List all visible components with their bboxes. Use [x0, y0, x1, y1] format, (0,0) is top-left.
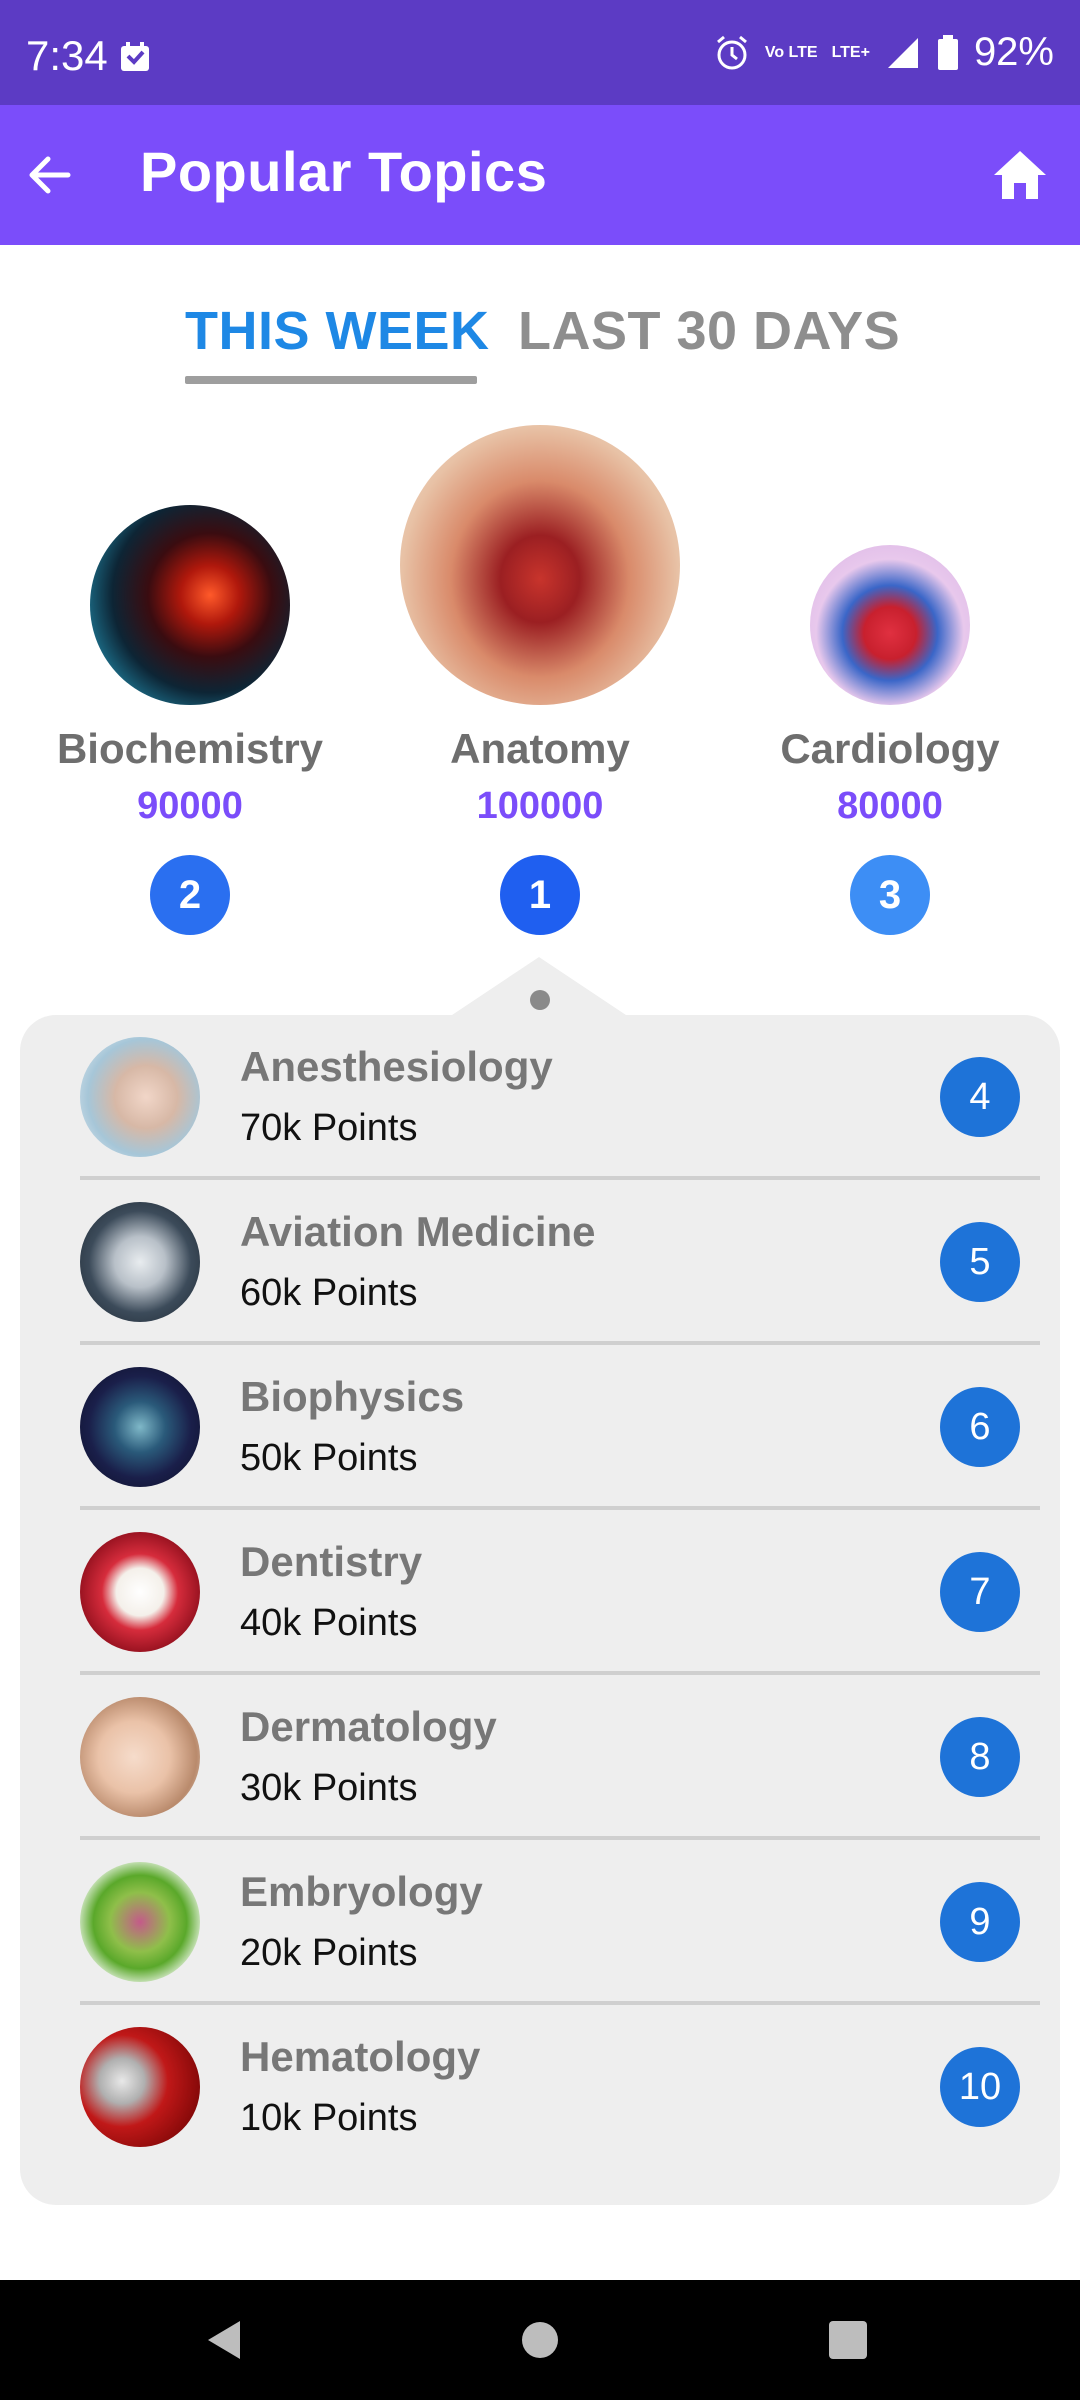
podium-name: Biochemistry: [56, 725, 324, 772]
list-item[interactable]: Embryology 20k Points 9: [60, 1840, 1040, 2005]
topic-points: 20k Points: [240, 1932, 418, 1974]
rank-badge: 10: [940, 2047, 1020, 2127]
nav-home-icon[interactable]: [515, 2315, 565, 2365]
battery-percent: 92%: [973, 30, 1054, 74]
status-bar: 7:34 Vo LTE LTE+ 92%: [0, 0, 1080, 105]
list-item[interactable]: Anesthesiology 70k Points 4: [60, 1015, 1040, 1180]
topic-name: Dentistry: [240, 1538, 423, 1585]
rank-badge: 1: [500, 855, 580, 935]
topic-name: Anesthesiology: [240, 1043, 553, 1090]
system-nav-bar: [0, 2280, 1080, 2400]
battery-icon: [937, 34, 958, 70]
anatomy-image: [400, 425, 680, 705]
topic-name: Embryology: [240, 1868, 483, 1915]
pointer-dot: [530, 990, 550, 1010]
topic-points: 70k Points: [240, 1107, 418, 1149]
status-time: 7:34: [26, 32, 108, 79]
topics-list: Anesthesiology 70k Points 4 Aviation Med…: [20, 1015, 1060, 2205]
podium-points: 100000: [476, 785, 604, 827]
podium-item-anatomy[interactable]: Anatomy 100000 1: [380, 425, 700, 945]
hematology-image: [80, 2027, 200, 2147]
dermatology-image: [80, 1697, 200, 1817]
topic-name: Biophysics: [240, 1373, 465, 1420]
page-title: Popular Topics: [140, 140, 548, 203]
list-item[interactable]: Dentistry 40k Points 7: [60, 1510, 1040, 1675]
topic-points: 10k Points: [240, 2097, 418, 2139]
status-icons: Vo LTE LTE+ 92%: [713, 30, 1054, 75]
list-item[interactable]: Hematology 10k Points 10: [60, 2005, 1040, 2170]
list-item[interactable]: Dermatology 30k Points 8: [60, 1675, 1040, 1840]
alarm-icon: [716, 35, 747, 69]
topic-points: 50k Points: [240, 1437, 418, 1479]
arrow-left-icon[interactable]: [20, 145, 80, 205]
topic-name: Aviation Medicine: [240, 1208, 596, 1255]
podium-item-cardiology[interactable]: Cardiology 80000 3: [730, 545, 1050, 945]
app-bar: Popular Topics: [0, 105, 1080, 245]
rank-badge: 9: [940, 1882, 1020, 1962]
list-item[interactable]: Biophysics 50k Points 6: [60, 1345, 1040, 1510]
period-tabs: THIS WEEK LAST 30 DAYS: [0, 300, 1080, 390]
signal-icon: [887, 37, 918, 68]
cardiology-image: [810, 545, 970, 705]
active-tab-indicator: [185, 376, 477, 384]
rank-badge: 3: [850, 855, 930, 935]
rank-badge: 4: [940, 1057, 1020, 1137]
network-type-label: LTE+: [831, 43, 870, 61]
list-item[interactable]: Aviation Medicine 60k Points 5: [60, 1180, 1040, 1345]
podium-points: 80000: [837, 785, 943, 827]
topic-points: 60k Points: [240, 1272, 418, 1314]
embryology-image: [80, 1862, 200, 1982]
dentistry-image: [80, 1532, 200, 1652]
calendar-notification-icon: [121, 42, 149, 71]
rank-badge: 5: [940, 1222, 1020, 1302]
podium-name: Anatomy: [450, 725, 630, 772]
podium-name: Cardiology: [780, 725, 1000, 772]
biochemistry-image: [90, 505, 290, 705]
topic-points: 40k Points: [240, 1602, 418, 1644]
nav-back-icon[interactable]: [200, 2315, 250, 2365]
topic-name: Dermatology: [240, 1703, 497, 1750]
tab-this-week[interactable]: THIS WEEK: [185, 300, 490, 362]
topic-points: 30k Points: [240, 1767, 418, 1809]
home-icon[interactable]: [990, 145, 1050, 205]
biophysics-image: [80, 1367, 200, 1487]
tab-last-30-days[interactable]: LAST 30 DAYS: [518, 300, 900, 362]
anesthesiology-image: [80, 1037, 200, 1157]
nav-recents-icon[interactable]: [823, 2315, 873, 2365]
rank-badge: 6: [940, 1387, 1020, 1467]
rank-badge: 8: [940, 1717, 1020, 1797]
rank-badge: 2: [150, 855, 230, 935]
aviation-medicine-image: [80, 1202, 200, 1322]
volte-label: Vo LTE: [764, 43, 818, 61]
topic-name: Hematology: [240, 2033, 481, 2080]
rank-badge: 7: [940, 1552, 1020, 1632]
podium-points: 90000: [137, 785, 243, 827]
podium-item-biochemistry[interactable]: Biochemistry 90000 2: [30, 505, 350, 945]
